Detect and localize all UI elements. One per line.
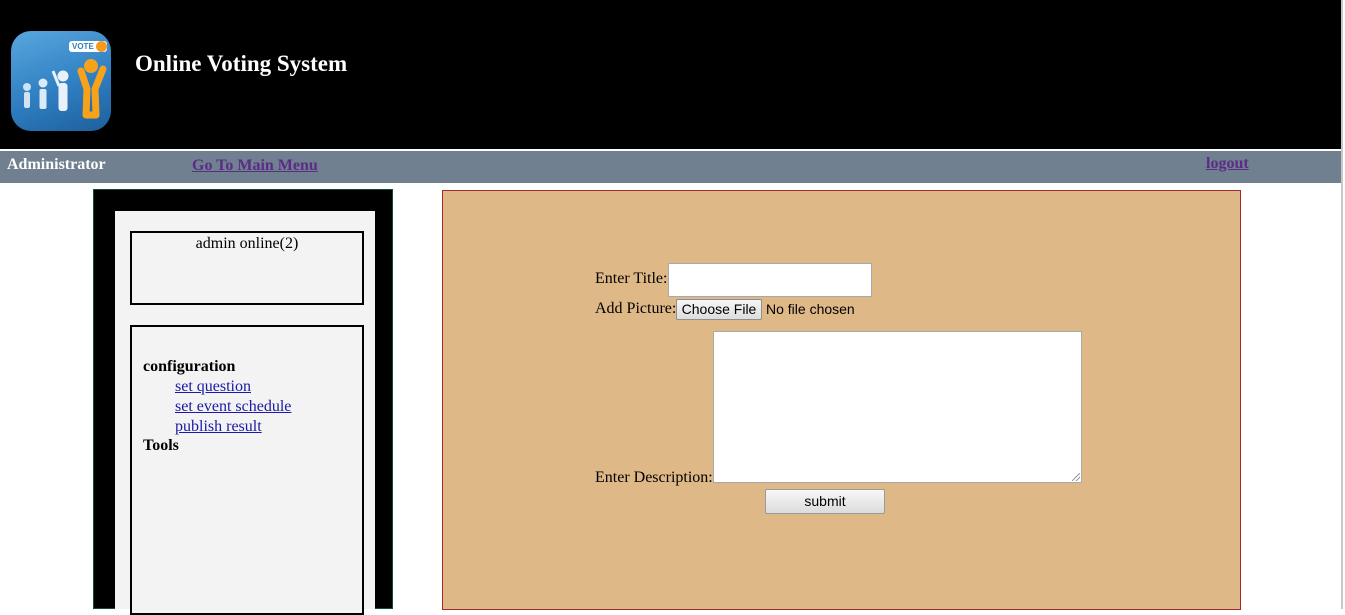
title-label: Enter Title:: [595, 270, 668, 287]
online-status-text: admin online(2): [195, 235, 299, 252]
submit-button[interactable]: submit: [765, 489, 885, 514]
publish-result-link[interactable]: publish result: [175, 418, 262, 436]
description-label: Enter Description:: [595, 469, 713, 486]
menu-heading-tools: Tools: [143, 437, 179, 454]
main-menu-link[interactable]: Go To Main Menu: [192, 157, 318, 175]
menu-heading-configuration: configuration: [143, 358, 236, 375]
admin-menu-box: configuration set question set event sch…: [130, 325, 364, 615]
nav-bar: Administrator Go To Main Menu logout: [0, 151, 1341, 183]
file-status-text: No file chosen: [766, 301, 855, 317]
resize-grip-icon[interactable]: [1072, 473, 1080, 481]
picture-label: Add Picture:: [595, 300, 677, 317]
app-title: Online Voting System: [135, 51, 348, 76]
vote-people-logo-icon: VOTE: [11, 31, 111, 131]
logout-link[interactable]: logout: [1206, 155, 1249, 173]
description-textarea[interactable]: [713, 331, 1082, 483]
set-event-schedule-link[interactable]: set event schedule: [175, 398, 291, 416]
title-input[interactable]: [668, 263, 872, 297]
role-label: Administrator: [7, 156, 106, 173]
page-edge-divider: [1341, 0, 1343, 609]
header-bar: VOTE Online Voting System: [0, 0, 1341, 149]
vote-tag: VOTE: [69, 41, 107, 52]
set-question-link[interactable]: set question: [175, 378, 251, 396]
online-status-box: admin online(2): [130, 231, 364, 305]
choose-file-button[interactable]: Choose File: [676, 299, 762, 320]
